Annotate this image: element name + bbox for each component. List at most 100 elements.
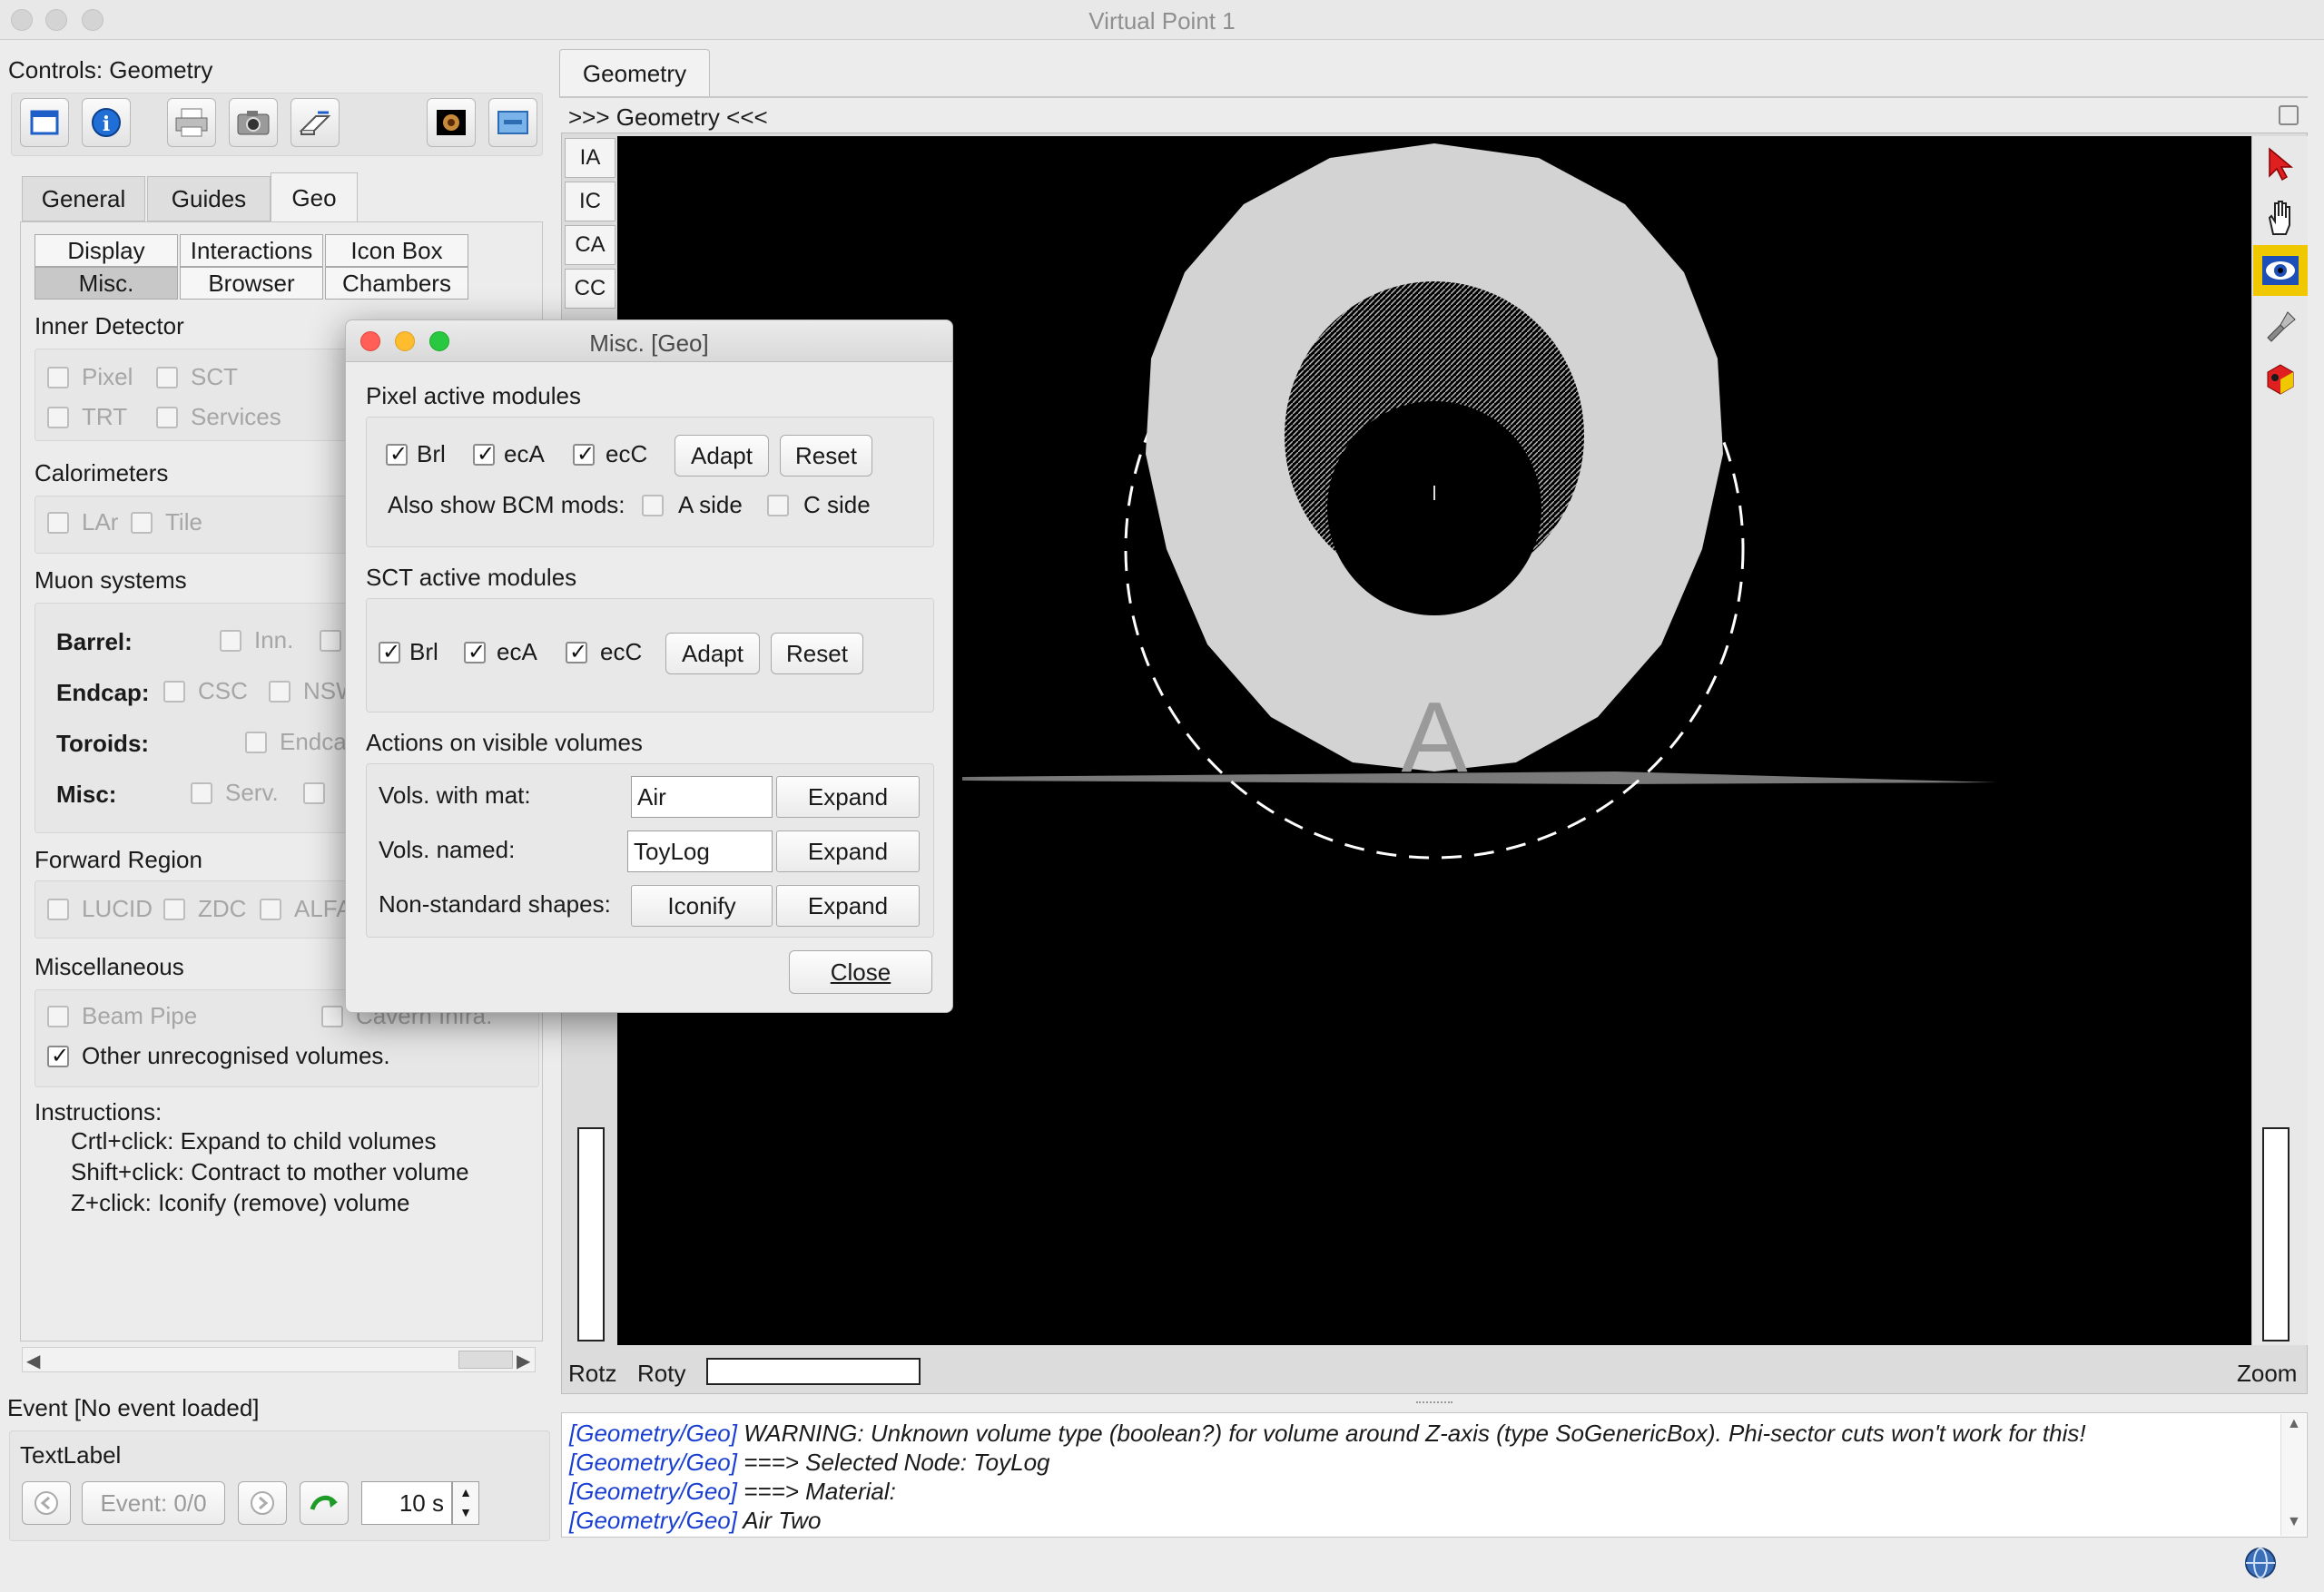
scroll-up-icon[interactable]: ▲ bbox=[2287, 1416, 2301, 1432]
float-window-icon[interactable] bbox=[2279, 105, 2299, 125]
instructions-title: Instructions: bbox=[34, 1098, 162, 1125]
sct-adapt-button[interactable]: Adapt bbox=[665, 633, 760, 674]
scroll-right-icon[interactable]: ▶ bbox=[517, 1350, 530, 1372]
pixel-reset-button[interactable]: Reset bbox=[780, 435, 872, 477]
select-arrow-icon[interactable] bbox=[2253, 138, 2308, 189]
subtab-display[interactable]: Display bbox=[34, 234, 178, 267]
camera-tab-cc[interactable]: CC bbox=[565, 269, 615, 309]
export-icon[interactable] bbox=[290, 98, 340, 147]
splitter-handle[interactable] bbox=[1416, 1401, 1452, 1405]
zoom-label: Zoom bbox=[2237, 1360, 2298, 1387]
view-all-icon[interactable] bbox=[2253, 354, 2308, 405]
barrel-middle-checkbox[interactable] bbox=[320, 630, 341, 652]
bcm-a-side-checkbox[interactable] bbox=[642, 495, 664, 516]
scroll-left-icon[interactable]: ◀ bbox=[26, 1350, 40, 1372]
pixel-brl-label: Brl bbox=[417, 440, 446, 467]
tile-checkbox[interactable] bbox=[131, 512, 153, 534]
subtab-interactions[interactable]: Interactions bbox=[180, 234, 323, 267]
info-icon[interactable]: i bbox=[82, 98, 131, 147]
sct-eca-label: ecA bbox=[497, 638, 537, 665]
auto-refresh-button[interactable] bbox=[300, 1481, 349, 1525]
misc-geo-dialog: Misc. [Geo] Pixel active modules Brl ecA… bbox=[345, 319, 953, 1013]
pixel-eca-checkbox[interactable] bbox=[473, 441, 495, 467]
nsw-checkbox[interactable] bbox=[269, 681, 290, 703]
window-icon[interactable] bbox=[20, 98, 69, 147]
log-vscrollbar[interactable]: ▲ ▼ bbox=[2280, 1414, 2306, 1536]
next-event-button[interactable] bbox=[238, 1481, 287, 1525]
tab-geo[interactable]: Geo bbox=[271, 172, 358, 223]
controls-hscrollbar[interactable]: ◀ ▶ bbox=[22, 1347, 536, 1372]
sct-brl-checkbox[interactable] bbox=[379, 639, 400, 664]
stepper-down-icon[interactable]: ▼ bbox=[453, 1502, 478, 1522]
scroll-thumb[interactable] bbox=[458, 1351, 513, 1369]
lucid-checkbox[interactable] bbox=[47, 899, 69, 920]
services-checkbox[interactable] bbox=[156, 407, 178, 428]
hand-icon[interactable] bbox=[2253, 192, 2308, 243]
pixel-adapt-button[interactable]: Adapt bbox=[675, 435, 769, 477]
close-button[interactable]: Close bbox=[789, 950, 932, 994]
zdc-checkbox[interactable] bbox=[163, 899, 185, 920]
prev-event-button[interactable] bbox=[22, 1481, 71, 1525]
camera-tab-ia[interactable]: IA bbox=[565, 138, 615, 178]
shielding-checkbox[interactable] bbox=[303, 782, 325, 804]
actions-section-title: Actions on visible volumes bbox=[366, 729, 643, 756]
camera-tab-ic[interactable]: IC bbox=[565, 182, 615, 221]
csc-label: CSC bbox=[198, 677, 248, 704]
tab-general[interactable]: General bbox=[22, 176, 145, 221]
beam-pipe-label: Beam Pipe bbox=[82, 1002, 198, 1029]
dolly-wheel[interactable] bbox=[2262, 1127, 2290, 1341]
calorimeters-title: Calorimeters bbox=[34, 459, 169, 486]
rotx-wheel[interactable] bbox=[577, 1127, 605, 1341]
interval-spinbox[interactable]: 10 s bbox=[361, 1481, 452, 1525]
alfa-checkbox[interactable] bbox=[260, 899, 281, 920]
roty-wheel[interactable] bbox=[706, 1358, 921, 1385]
barrel-inner-checkbox[interactable] bbox=[220, 630, 241, 652]
camera-icon[interactable] bbox=[229, 98, 278, 147]
expand-nonstandard-button[interactable]: Expand bbox=[776, 885, 920, 927]
trt-checkbox[interactable] bbox=[47, 407, 69, 428]
subtab-icon-box[interactable]: Icon Box bbox=[325, 234, 468, 267]
subtab-misc[interactable]: Misc. bbox=[34, 267, 178, 300]
sct-ecc-checkbox[interactable] bbox=[566, 639, 587, 664]
subtab-chambers[interactable]: Chambers bbox=[325, 267, 468, 300]
viewer-tab-divider bbox=[559, 96, 2308, 98]
pixel-ecc-checkbox[interactable] bbox=[573, 441, 595, 467]
csc-checkbox[interactable] bbox=[163, 681, 185, 703]
print-icon[interactable] bbox=[167, 98, 216, 147]
material-input[interactable]: Air bbox=[631, 776, 773, 818]
services-muon-checkbox[interactable] bbox=[191, 782, 212, 804]
eye-icon[interactable] bbox=[2253, 245, 2308, 296]
other-volumes-checkbox[interactable] bbox=[47, 1043, 69, 1068]
cavern-infra-checkbox[interactable] bbox=[321, 1006, 343, 1027]
snapshot-icon[interactable] bbox=[427, 98, 476, 147]
expand-named-button[interactable]: Expand bbox=[776, 830, 920, 872]
volume-name-input[interactable]: ToyLog bbox=[627, 830, 773, 872]
stepper-up-icon[interactable]: ▲ bbox=[453, 1482, 478, 1502]
iconify-button[interactable]: Iconify bbox=[631, 885, 773, 927]
tab-guides[interactable]: Guides bbox=[147, 176, 271, 221]
sct-ecc-label: ecC bbox=[600, 638, 643, 665]
expand-mat-button[interactable]: Expand bbox=[776, 776, 920, 818]
screen-icon[interactable] bbox=[488, 98, 537, 147]
pixel-brl-checkbox[interactable] bbox=[386, 441, 408, 467]
axis-marker bbox=[1433, 486, 1435, 500]
muon-title: Muon systems bbox=[34, 566, 187, 594]
scroll-down-icon[interactable]: ▼ bbox=[2287, 1514, 2301, 1530]
bcm-c-side-checkbox[interactable] bbox=[767, 495, 789, 516]
interval-stepper[interactable]: ▲ ▼ bbox=[452, 1481, 479, 1525]
subtab-browser[interactable]: Browser bbox=[180, 267, 323, 300]
toroids-endcap-checkbox[interactable] bbox=[245, 732, 267, 753]
bcm-c-side-label: C side bbox=[803, 491, 871, 518]
beam-pipe-checkbox[interactable] bbox=[47, 1006, 69, 1027]
flashlight-icon[interactable] bbox=[2253, 300, 2308, 350]
lar-checkbox[interactable] bbox=[47, 512, 69, 534]
bcm-a-side-label: A side bbox=[678, 491, 743, 518]
camera-tab-ca[interactable]: CA bbox=[565, 225, 615, 265]
tab-geometry[interactable]: Geometry bbox=[559, 49, 710, 98]
sct-reset-button[interactable]: Reset bbox=[771, 633, 863, 674]
message-log: [Geometry/Geo] WARNING: Unknown volume t… bbox=[561, 1412, 2308, 1538]
pixel-ecc-label: ecC bbox=[606, 440, 648, 467]
pixel-checkbox[interactable] bbox=[47, 367, 69, 388]
sct-checkbox[interactable] bbox=[156, 367, 178, 388]
sct-eca-checkbox[interactable] bbox=[464, 639, 486, 664]
